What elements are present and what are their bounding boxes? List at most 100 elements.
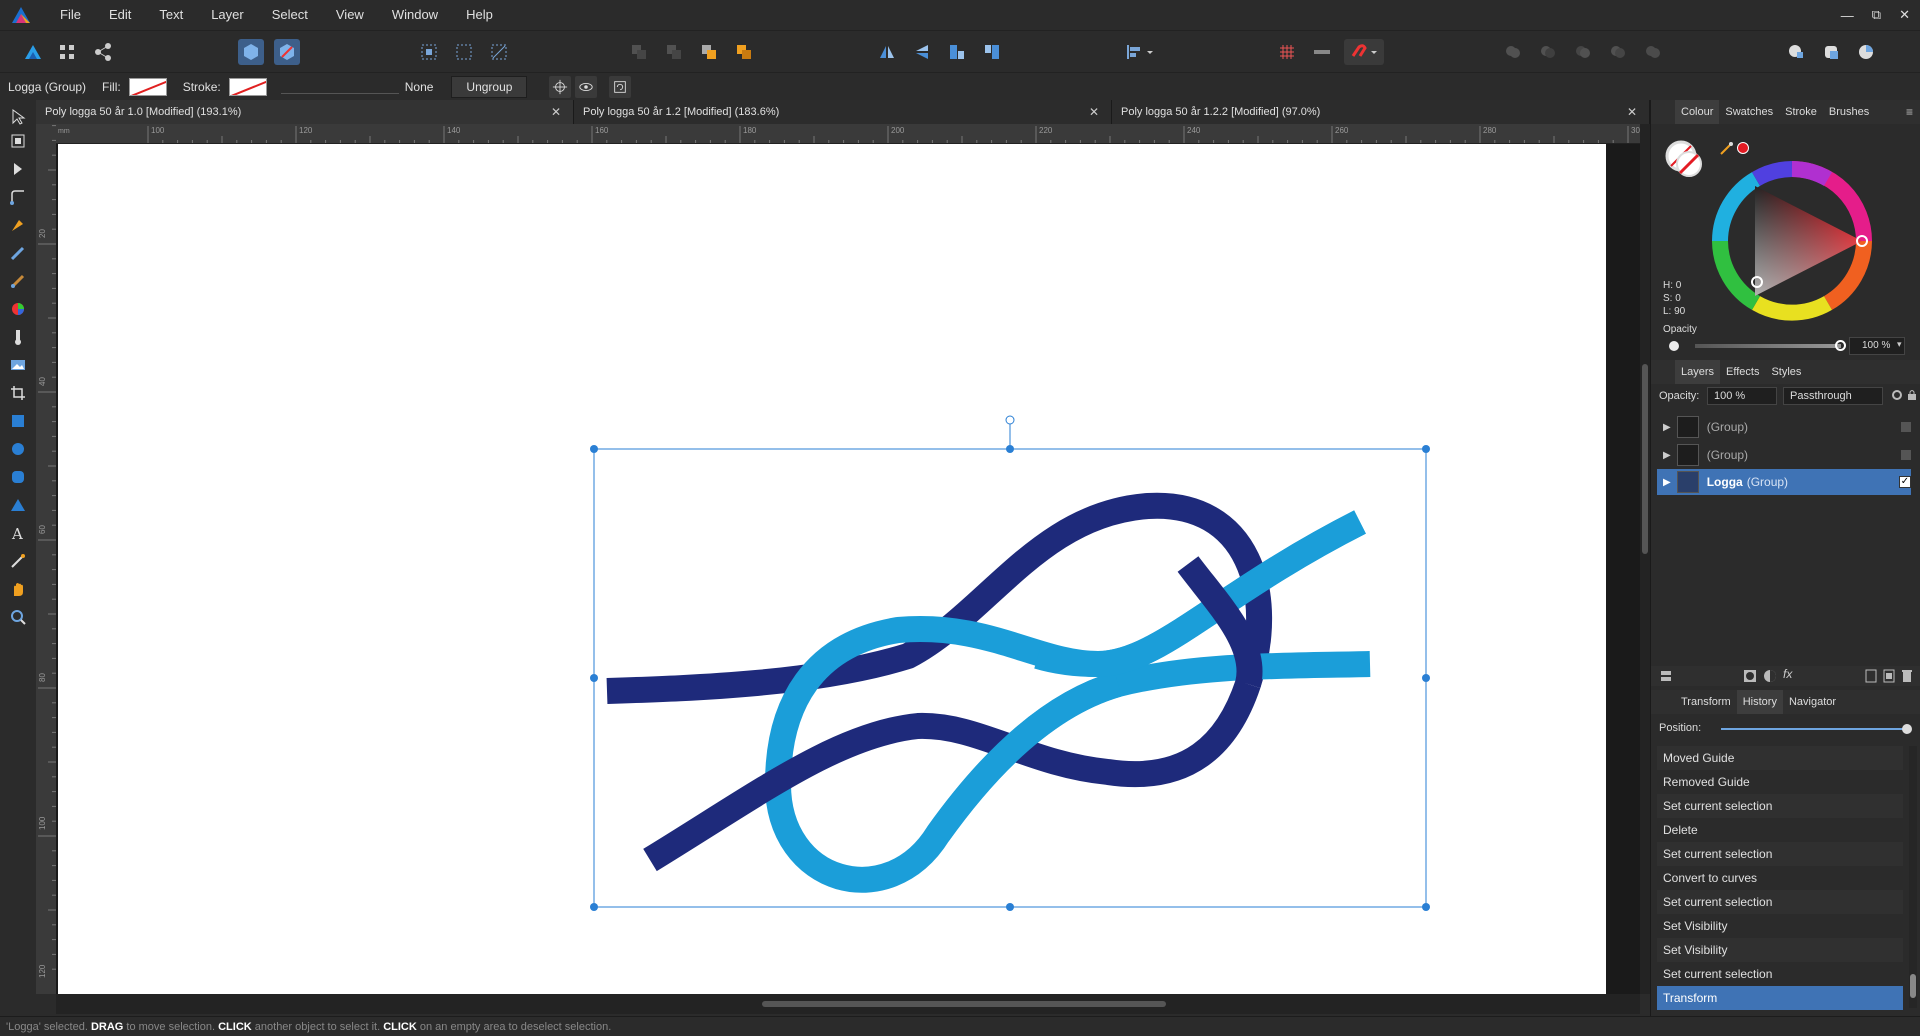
canvas[interactable] [56, 144, 1640, 994]
boolean-subtract-icon[interactable] [1535, 39, 1561, 65]
triangle-tool-icon[interactable] [7, 494, 29, 516]
history-item[interactable]: Removed Guide [1657, 770, 1903, 794]
menu-file[interactable]: File [46, 0, 95, 30]
place-image-tool-icon[interactable] [7, 354, 29, 376]
mask-view-icon[interactable] [1818, 39, 1844, 65]
document-tab[interactable]: Poly logga 50 år 1.0 [Modified] (193.1%)… [36, 100, 574, 124]
select-all-icon[interactable] [416, 39, 442, 65]
pen-tool-icon[interactable] [7, 214, 29, 236]
history-item[interactable]: Set Visibility [1657, 938, 1903, 962]
snapping-options-icon[interactable] [274, 39, 300, 65]
close-tab-icon[interactable]: ✕ [1089, 100, 1099, 124]
minimize-icon[interactable]: — [1841, 8, 1854, 23]
tab-styles[interactable]: Styles [1765, 360, 1807, 384]
close-tab-icon[interactable]: ✕ [551, 100, 561, 124]
pixel-persona-icon[interactable] [54, 39, 80, 65]
rotate-left-icon[interactable] [944, 39, 970, 65]
export-persona-icon[interactable] [90, 39, 116, 65]
layer-row-logga[interactable]: ▶ Logga (Group) ✓ [1657, 469, 1911, 495]
assistant-icon[interactable] [238, 39, 264, 65]
boolean-divide-icon[interactable] [1640, 39, 1666, 65]
rounded-rectangle-tool-icon[interactable] [7, 466, 29, 488]
document-tab[interactable]: Poly logga 50 år 1.2.2 [Modified] (97.0%… [1112, 100, 1650, 124]
fill-stroke-selector[interactable] [1663, 138, 1707, 185]
alignment-icon[interactable] [1120, 39, 1160, 65]
zoom-tool-icon[interactable] [7, 606, 29, 628]
tab-effects[interactable]: Effects [1720, 360, 1765, 384]
horizontal-scrollbar[interactable] [56, 994, 1640, 1014]
opacity-slider[interactable] [1695, 344, 1841, 348]
logo-artwork[interactable] [58, 144, 1606, 994]
expand-triangle-icon[interactable]: ▶ [1663, 422, 1671, 433]
rotate-right-icon[interactable] [979, 39, 1005, 65]
invert-selection-icon[interactable] [486, 39, 512, 65]
history-scrollbar[interactable] [1909, 746, 1917, 1008]
show-grid-icon[interactable] [1274, 39, 1300, 65]
move-tool-icon[interactable] [7, 106, 29, 128]
layer-opacity-field[interactable]: 100 % [1707, 387, 1777, 405]
close-window-icon[interactable]: ✕ [1899, 7, 1910, 23]
horizontal-scrollbar-thumb[interactable] [762, 1001, 1166, 1007]
boolean-add-icon[interactable] [1500, 39, 1526, 65]
history-position-handle[interactable] [1902, 724, 1912, 734]
tab-stroke[interactable]: Stroke [1779, 100, 1823, 124]
close-tab-icon[interactable]: ✕ [1627, 100, 1637, 124]
history-item[interactable]: Set Visibility [1657, 914, 1903, 938]
layer-visibility-checkbox-checked[interactable]: ✓ [1899, 476, 1911, 488]
opacity-slider-handle[interactable] [1835, 340, 1846, 351]
mask-layer-icon[interactable] [1743, 669, 1757, 686]
tab-layers[interactable]: Layers [1675, 360, 1721, 384]
history-item-current[interactable]: Transform [1657, 986, 1903, 1010]
history-item[interactable]: Delete [1657, 818, 1903, 842]
menu-layer[interactable]: Layer [197, 0, 258, 30]
back-one-icon[interactable] [626, 39, 652, 65]
snapping-magnet-icon[interactable] [1344, 39, 1384, 65]
tab-transform[interactable]: Transform [1675, 690, 1737, 714]
colour-wheel[interactable] [1707, 156, 1877, 329]
artboard-page[interactable] [58, 144, 1606, 994]
flip-horizontal-icon[interactable] [874, 39, 900, 65]
ungroup-button[interactable]: Ungroup [451, 75, 528, 98]
node-tool-icon[interactable] [7, 158, 29, 180]
tab-history[interactable]: History [1736, 690, 1783, 714]
hide-selection-icon[interactable] [575, 75, 598, 98]
move-to-back-icon[interactable] [661, 39, 687, 65]
add-layer-icon[interactable] [1865, 669, 1877, 686]
transform-objects-separately-icon[interactable] [609, 75, 632, 98]
layer-settings-gear-icon[interactable] [1891, 389, 1903, 404]
history-item[interactable]: Set current selection [1657, 842, 1903, 866]
vertical-ruler[interactable]: 20 40 60 80 100 120 [36, 124, 56, 994]
history-item[interactable]: Set current selection [1657, 890, 1903, 914]
menu-help[interactable]: Help [452, 0, 507, 30]
restore-icon[interactable]: ⧉ [1872, 7, 1881, 23]
blend-mode-select[interactable]: Passthrough [1783, 387, 1883, 405]
boolean-intersect-icon[interactable] [1570, 39, 1596, 65]
delete-layer-icon[interactable] [1901, 669, 1913, 686]
transparency-tool-icon[interactable] [7, 326, 29, 348]
vector-brush-tool-icon[interactable] [7, 270, 29, 292]
layers-stack-icon[interactable] [1659, 669, 1673, 686]
vertical-scrollbar[interactable] [1640, 124, 1650, 994]
tab-colour[interactable]: Colour [1675, 100, 1720, 124]
quick-view-icon[interactable] [1783, 39, 1809, 65]
vertical-scrollbar-thumb[interactable] [1642, 364, 1648, 554]
tab-brushes[interactable]: Brushes [1823, 100, 1875, 124]
layer-visibility-checkbox[interactable] [1901, 422, 1911, 432]
view-tool-hand-icon[interactable] [7, 578, 29, 600]
history-item[interactable]: Set current selection [1657, 962, 1903, 986]
stroke-width-slider[interactable] [280, 80, 399, 94]
fx-icon[interactable]: fx [1783, 667, 1792, 681]
crop-tool-icon[interactable] [7, 382, 29, 404]
snap-to-grid-icon[interactable] [1309, 39, 1335, 65]
menu-select[interactable]: Select [258, 0, 322, 30]
history-item[interactable]: Convert to curves [1657, 866, 1903, 890]
boolean-xor-icon[interactable] [1605, 39, 1631, 65]
lock-icon[interactable] [1907, 389, 1917, 404]
rectangle-tool-icon[interactable] [7, 410, 29, 432]
horizontal-ruler[interactable]: 100 120 140 160 180 200 220 240 260 280 300 mm [56, 124, 1640, 144]
artboard-tool-icon[interactable] [7, 130, 29, 152]
current-colour-swatch[interactable] [1737, 142, 1749, 154]
expand-triangle-icon[interactable]: ▶ [1663, 450, 1671, 461]
menu-text[interactable]: Text [145, 0, 197, 30]
fill-tool-icon[interactable] [7, 298, 29, 320]
